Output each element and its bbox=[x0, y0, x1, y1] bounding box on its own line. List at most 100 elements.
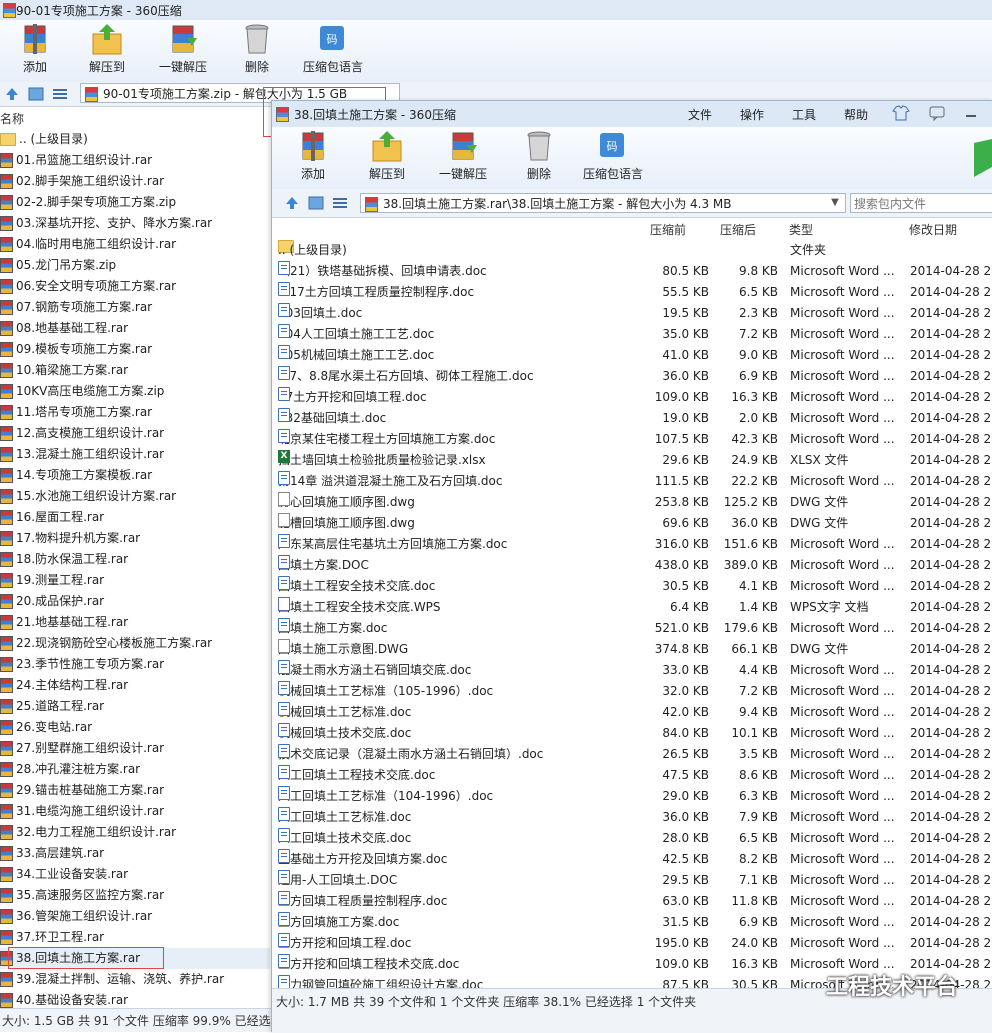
file-row[interactable]: 土方回填施工方案.doc 31.5 KB 6.9 KB Microsoft Word … bbox=[272, 912, 992, 933]
back-list-item[interactable]: 14.专项施工方案模板.rar bbox=[0, 465, 270, 486]
file-row[interactable]: 室基础土方开挖及回填方案.doc 42.5 KB 8.2 KB Microsoft W… bbox=[272, 849, 992, 870]
file-row[interactable]: 技术交底记录（混凝土雨水方涵土石销回填）.doc 26.5 KB 3.5 KB Mic… bbox=[272, 744, 992, 765]
back-list-item[interactable]: 32.电力工程施工组织设计.rar bbox=[0, 822, 270, 843]
delete-button[interactable]: 删除 bbox=[222, 22, 292, 75]
feedback-icon[interactable] bbox=[928, 105, 946, 121]
file-row[interactable]: 第14章 溢洪道混凝土施工及石方回填.doc 111.5 KB 22.2 KB Mic… bbox=[272, 471, 992, 492]
back-list-item[interactable]: 27.别墅群施工组织设计.rar bbox=[0, 738, 270, 759]
file-row[interactable]: 人工回填土工艺标准（104-1996）.doc 29.0 KB 6.3 KB Micr… bbox=[272, 786, 992, 807]
thumbnail-view-icon[interactable] bbox=[28, 86, 44, 102]
back-list-item[interactable]: 33.高层建筑.rar bbox=[0, 843, 270, 864]
up-arrow-icon[interactable] bbox=[4, 86, 20, 102]
file-row[interactable]: 机械回填土工艺标准（105-1996）.doc 32.0 KB 7.2 KB Micr… bbox=[272, 681, 992, 702]
parent-folder-row[interactable]: .. (上级目录) 文件夹 bbox=[272, 240, 992, 261]
back-list-item[interactable]: 25.道路工程.rar bbox=[0, 696, 270, 717]
column-modified-date[interactable]: 修改日期 bbox=[909, 221, 957, 238]
file-row[interactable]: 人工回填土工程技术交底.doc 47.5 KB 8.6 KB Microsoft Wo… bbox=[272, 765, 992, 786]
file-row[interactable]: 032基础回填土.doc 19.0 KB 2.0 KB Microsoft Word … bbox=[272, 408, 992, 429]
file-row[interactable]: 混凝土雨水方涵土石销回填交底.doc 33.0 KB 4.4 KB Microsoft… bbox=[272, 660, 992, 681]
file-row[interactable]: 回填土施工方案.doc 521.0 KB 179.6 KB Microsoft Wor… bbox=[272, 618, 992, 639]
file-row[interactable]: 土方开挖和回填工程.doc 195.0 KB 24.0 KB Microsoft Wo… bbox=[272, 933, 992, 954]
file-row[interactable]: 回填土方案.DOC 438.0 KB 389.0 KB Microsoft Word … bbox=[272, 555, 992, 576]
back-list-item[interactable]: .. (上级目录) bbox=[0, 129, 270, 150]
file-row[interactable]: （21）铁塔基础拆模、回填申请表.doc 80.5 KB 9.8 KB Microso… bbox=[272, 261, 992, 282]
back-list-item[interactable]: 23.季节性施工专项方案.rar bbox=[0, 654, 270, 675]
file-row[interactable]: 回填土工程安全技术交底.doc 30.5 KB 4.1 KB Microsoft Wo… bbox=[272, 576, 992, 597]
back-list-item[interactable]: 09.模板专项施工方案.rar bbox=[0, 339, 270, 360]
back-list-item[interactable]: 10KV高压电缆施工方案.zip bbox=[0, 381, 270, 402]
file-row[interactable]: 人工回填土技术交底.doc 28.0 KB 6.5 KB Microsoft Word… bbox=[272, 828, 992, 849]
skin-shirt-icon[interactable] bbox=[892, 105, 910, 121]
one-click-extract-button[interactable]: 一键解压 bbox=[148, 22, 218, 75]
front-extract-to-button[interactable]: 解压到 bbox=[352, 129, 422, 182]
back-list-item[interactable]: 18.防水保温工程.rar bbox=[0, 549, 270, 570]
back-list-item[interactable]: 19.测量工程.rar bbox=[0, 570, 270, 591]
address-dropdown-icon[interactable]: ▼ bbox=[826, 194, 844, 212]
add-button[interactable]: 添加 bbox=[0, 22, 70, 75]
file-row[interactable]: 通用-人工回填土.DOC 29.5 KB 7.1 KB Microsoft Word … bbox=[272, 870, 992, 891]
file-row[interactable]: 土方回填工程质量控制程序.doc 63.0 KB 11.8 KB Microsoft … bbox=[272, 891, 992, 912]
back-list-item[interactable]: 13.混凝土施工组织设计.rar bbox=[0, 444, 270, 465]
back-list-item[interactable]: 17.物料提升机方案.rar bbox=[0, 528, 270, 549]
back-list-item[interactable]: 36.管架施工组织设计.rar bbox=[0, 906, 270, 927]
archive-language-button[interactable]: 码 压缩包语言 bbox=[298, 22, 368, 75]
file-row[interactable]: 人工回填土工艺标准.doc 36.0 KB 7.9 KB Microsoft Word… bbox=[272, 807, 992, 828]
file-row[interactable]: 广东某高层住宅基坑土方回填施工方案.doc 316.0 KB 151.6 KB Mic… bbox=[272, 534, 992, 555]
list-view-icon[interactable] bbox=[52, 86, 68, 102]
back-list-item[interactable]: 08.地基基础工程.rar bbox=[0, 318, 270, 339]
file-row[interactable]: 肥槽回填施工顺序图.dwg 69.6 KB 36.0 KB DWG 文件 2014-04… bbox=[272, 513, 992, 534]
back-list-item[interactable]: 31.电缆沟施工组织设计.rar bbox=[0, 801, 270, 822]
column-size-before[interactable]: 压缩前 bbox=[650, 221, 686, 238]
front-address-field[interactable]: 38.回填土施工方案.rar\38.回填土施工方案 - 解包大小为 4.3 MB bbox=[360, 193, 846, 213]
back-list-item[interactable]: 20.成品保护.rar bbox=[0, 591, 270, 612]
back-list-item[interactable]: 06.安全文明专项施工方案.rar bbox=[0, 276, 270, 297]
back-list-item[interactable]: 39.混凝土拌制、运输、浇筑、养护.rar bbox=[0, 969, 270, 990]
extract-to-button[interactable]: 解压到 bbox=[72, 22, 142, 75]
back-list-item[interactable]: 05.龙门吊方案.zip bbox=[0, 255, 270, 276]
back-list-item[interactable]: 03.深基坑开挖、支护、降水方案.rar bbox=[0, 213, 270, 234]
back-list-item[interactable]: 21.地基基础工程.rar bbox=[0, 612, 270, 633]
front-one-click-extract-button[interactable]: 一键解压 bbox=[428, 129, 498, 182]
back-list-item[interactable]: 26.变电站.rar bbox=[0, 717, 270, 738]
back-list-item[interactable]: 35.高速服务区监控方案.rar bbox=[0, 885, 270, 906]
file-row[interactable]: 8.7、8.8尾水渠土石方回填、砌体工程施工.doc 36.0 KB 6.9 KB M… bbox=[272, 366, 992, 387]
file-row[interactable]: 004人工回填土施工工艺.doc 35.0 KB 7.2 KB Microsoft W… bbox=[272, 324, 992, 345]
back-list-item[interactable]: 11.塔吊专项施工方案.rar bbox=[0, 402, 270, 423]
back-list-item[interactable]: 24.主体结构工程.rar bbox=[0, 675, 270, 696]
back-list-item[interactable]: 37.环卫工程.rar bbox=[0, 927, 270, 948]
back-list-item[interactable]: 29.锚击桩基础施工方案.rar bbox=[0, 780, 270, 801]
back-list-item[interactable]: 02-2.脚手架专项施工方案.zip bbox=[0, 192, 270, 213]
back-column-name[interactable]: 名称 bbox=[0, 110, 24, 127]
back-list-item[interactable]: 12.高支模施工组织设计.rar bbox=[0, 423, 270, 444]
back-list-item[interactable]: 10.箱梁施工方案.rar bbox=[0, 360, 270, 381]
back-list-item[interactable]: 01.吊篮施工组织设计.rar bbox=[0, 150, 270, 171]
back-list-item[interactable]: 40.基础设备安装.rar bbox=[0, 990, 270, 1009]
file-row[interactable]: X 挡土墙回填土检验批质量检验记录.xlsx 29.6 KB 24.9 KB XLSX … bbox=[272, 450, 992, 471]
back-list-item[interactable]: 34.工业设备安装.rar bbox=[0, 864, 270, 885]
file-row[interactable]: 机械回填土技术交底.doc 84.0 KB 10.1 KB Microsoft Wor… bbox=[272, 723, 992, 744]
file-row[interactable]: 北京某住宅楼工程土方回填施工方案.doc 107.5 KB 42.3 KB Micro… bbox=[272, 429, 992, 450]
minimize-icon[interactable] bbox=[962, 105, 980, 121]
search-input[interactable]: 搜索包内文件 bbox=[850, 193, 992, 213]
file-row[interactable]: 17土方开挖和回填工程.doc 109.0 KB 16.3 KB Microsoft … bbox=[272, 387, 992, 408]
front-delete-button[interactable]: 删除 bbox=[504, 129, 574, 182]
back-list-item[interactable]: 28.冲孔灌注桩方案.rar bbox=[0, 759, 270, 780]
menu-help[interactable]: 帮助 bbox=[844, 106, 868, 123]
back-list-item[interactable]: 02.脚手架施工组织设计.rar bbox=[0, 171, 270, 192]
security-shield-icon[interactable] bbox=[972, 139, 992, 179]
back-list-item[interactable]: 16.屋面工程.rar bbox=[0, 507, 270, 528]
file-row[interactable]: 1.17土方回填工程质量控制程序.doc 55.5 KB 6.5 KB Microso… bbox=[272, 282, 992, 303]
menu-file[interactable]: 文件 bbox=[688, 106, 712, 123]
column-type[interactable]: 类型 bbox=[789, 221, 813, 238]
back-list-item[interactable]: 15.水池施工组织设计方案.rar bbox=[0, 486, 270, 507]
file-row[interactable]: 回填土工程安全技术交底.WPS 6.4 KB 1.4 KB WPS文字 文档 2014-… bbox=[272, 597, 992, 618]
column-size-after[interactable]: 压缩后 bbox=[720, 221, 756, 238]
front-archive-language-button[interactable]: 码 压缩包语言 bbox=[578, 129, 648, 182]
file-row[interactable]: 机械回填土工艺标准.doc 42.0 KB 9.4 KB Microsoft Word… bbox=[272, 702, 992, 723]
back-list-item[interactable]: 04.临时用电施工组织设计.rar bbox=[0, 234, 270, 255]
back-list-item[interactable]: 22.现浇钢筋砼空心楼板施工方案.rar bbox=[0, 633, 270, 654]
back-list-item[interactable]: 07.钢筋专项施工方案.rar bbox=[0, 297, 270, 318]
file-row[interactable]: 005机械回填土施工工艺.doc 41.0 KB 9.0 KB Microsoft W… bbox=[272, 345, 992, 366]
file-row[interactable]: 回填土施工示意图.DWG 374.8 KB 66.1 KB DWG 文件 2014-04… bbox=[272, 639, 992, 660]
menu-operate[interactable]: 操作 bbox=[740, 106, 764, 123]
